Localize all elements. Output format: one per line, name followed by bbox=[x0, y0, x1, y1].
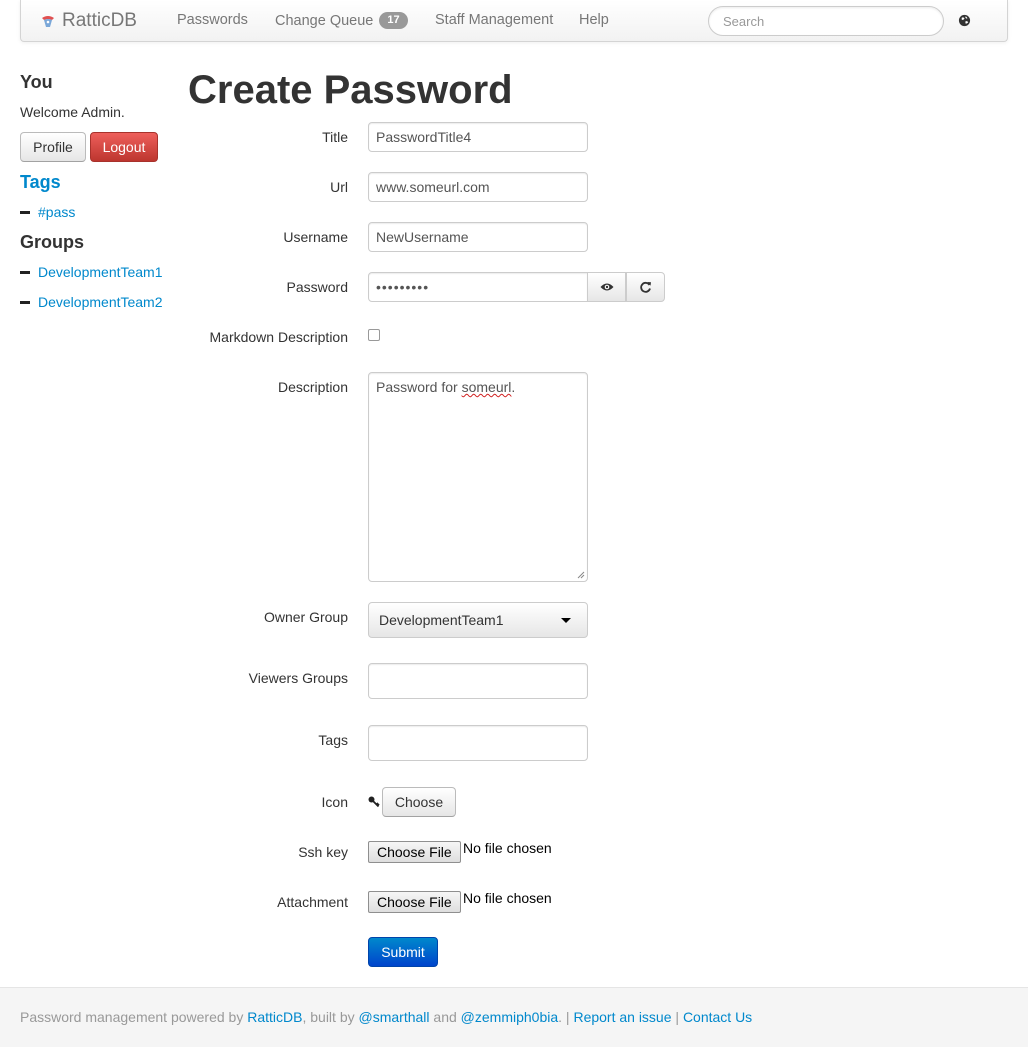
password-input[interactable]: ••••••••• bbox=[368, 272, 588, 302]
nav-staff-management[interactable]: Staff Management bbox=[435, 12, 553, 28]
description-misspelled-word: someurl bbox=[461, 379, 512, 395]
nav-help[interactable]: Help bbox=[579, 12, 609, 28]
owner-group-label: Owner Group bbox=[263, 609, 348, 625]
brand-name: RatticDB bbox=[62, 10, 137, 31]
footer-text: Password management powered by RatticDB,… bbox=[20, 1009, 752, 1025]
description-label: Description bbox=[277, 379, 348, 395]
nav-change-queue-label: Change Queue bbox=[275, 12, 374, 29]
ssh-key-file-status: No file chosen bbox=[463, 840, 552, 856]
title-label: Title bbox=[322, 129, 348, 145]
footer-text-part: | bbox=[671, 1009, 683, 1025]
profile-button[interactable]: Profile bbox=[20, 132, 86, 162]
viewers-groups-input[interactable] bbox=[368, 663, 588, 699]
attachment-label: Attachment bbox=[277, 894, 348, 910]
brand-link[interactable]: RatticDB bbox=[40, 10, 137, 32]
tags-input[interactable] bbox=[368, 725, 588, 761]
globe-icon[interactable] bbox=[958, 14, 971, 27]
attachment-file-status: No file chosen bbox=[463, 890, 552, 906]
footer-text-part: and bbox=[429, 1009, 461, 1025]
nav-change-queue[interactable]: Change Queue 17 bbox=[275, 12, 408, 29]
sidebar-tag-pass[interactable]: #pass bbox=[20, 204, 75, 220]
footer: Password management powered by RatticDB,… bbox=[0, 987, 1028, 1047]
you-heading: You bbox=[20, 72, 53, 92]
ssh-key-file-button[interactable]: Choose File bbox=[368, 841, 461, 863]
resize-handle-icon[interactable] bbox=[577, 571, 585, 579]
footer-text-part: Password management powered by bbox=[20, 1009, 248, 1025]
remove-icon bbox=[20, 300, 30, 304]
group-label: DevelopmentTeam2 bbox=[38, 294, 163, 310]
submit-button[interactable]: Submit bbox=[368, 937, 438, 967]
footer-report-issue-link[interactable]: Report an issue bbox=[573, 1009, 671, 1025]
page-title: Create Password bbox=[188, 68, 513, 112]
footer-ratticdb-link[interactable]: RatticDB bbox=[247, 1009, 302, 1025]
nav-passwords[interactable]: Passwords bbox=[177, 12, 248, 28]
url-input[interactable]: www.someurl.com bbox=[368, 172, 588, 202]
icon-label: Icon bbox=[321, 794, 348, 810]
ssh-key-label: Ssh key bbox=[298, 844, 348, 860]
description-text-suffix: . bbox=[511, 379, 516, 395]
welcome-text: Welcome Admin. bbox=[20, 104, 125, 120]
choose-icon-button[interactable]: Choose bbox=[382, 787, 456, 817]
generate-password-button[interactable] bbox=[626, 272, 665, 302]
attachment-file-button[interactable]: Choose File bbox=[368, 891, 461, 913]
eye-icon bbox=[600, 283, 613, 291]
description-textarea[interactable]: Password for someurl. bbox=[368, 372, 588, 582]
markdown-description-label: Markdown Description bbox=[209, 329, 349, 345]
remove-icon bbox=[20, 210, 30, 214]
markdown-description-checkbox[interactable] bbox=[368, 329, 380, 341]
owner-group-value: DevelopmentTeam1 bbox=[379, 612, 504, 628]
tags-label: Tags bbox=[318, 732, 348, 748]
password-label: Password bbox=[286, 279, 348, 295]
sidebar-group-developmentteam1[interactable]: DevelopmentTeam1 bbox=[20, 264, 163, 280]
username-input[interactable]: NewUsername bbox=[368, 222, 588, 252]
title-input[interactable]: PasswordTitle4 bbox=[368, 122, 588, 152]
groups-heading: Groups bbox=[20, 232, 85, 252]
footer-zemmiph0bia-link[interactable]: @zemmiph0bia bbox=[461, 1009, 558, 1025]
top-navbar: RatticDB Passwords Change Queue 17 Staff… bbox=[20, 0, 1008, 42]
logout-button[interactable]: Logout bbox=[90, 132, 158, 162]
tag-label: #pass bbox=[38, 204, 76, 220]
chevron-down-icon bbox=[561, 618, 571, 623]
search-input[interactable] bbox=[708, 6, 944, 36]
tags-heading[interactable]: Tags bbox=[20, 172, 61, 193]
owner-group-select[interactable]: DevelopmentTeam1 bbox=[368, 602, 588, 638]
change-queue-count-badge: 17 bbox=[379, 12, 408, 29]
remove-icon bbox=[20, 270, 30, 274]
rattic-logo-icon bbox=[42, 16, 54, 27]
sidebar-group-developmentteam2[interactable]: DevelopmentTeam2 bbox=[20, 294, 163, 310]
description-text-prefix: Password for bbox=[376, 379, 462, 395]
footer-contact-link[interactable]: Contact Us bbox=[683, 1009, 752, 1025]
viewers-groups-label: Viewers Groups bbox=[248, 670, 348, 686]
url-label: Url bbox=[330, 179, 348, 195]
refresh-icon bbox=[640, 281, 651, 293]
footer-smarthall-link[interactable]: @smarthall bbox=[359, 1009, 430, 1025]
group-label: DevelopmentTeam1 bbox=[38, 264, 163, 280]
username-label: Username bbox=[283, 229, 348, 245]
show-password-button[interactable] bbox=[587, 272, 626, 302]
key-icon bbox=[368, 796, 380, 808]
footer-text-part: . | bbox=[558, 1009, 574, 1025]
footer-text-part: , built by bbox=[302, 1009, 359, 1025]
